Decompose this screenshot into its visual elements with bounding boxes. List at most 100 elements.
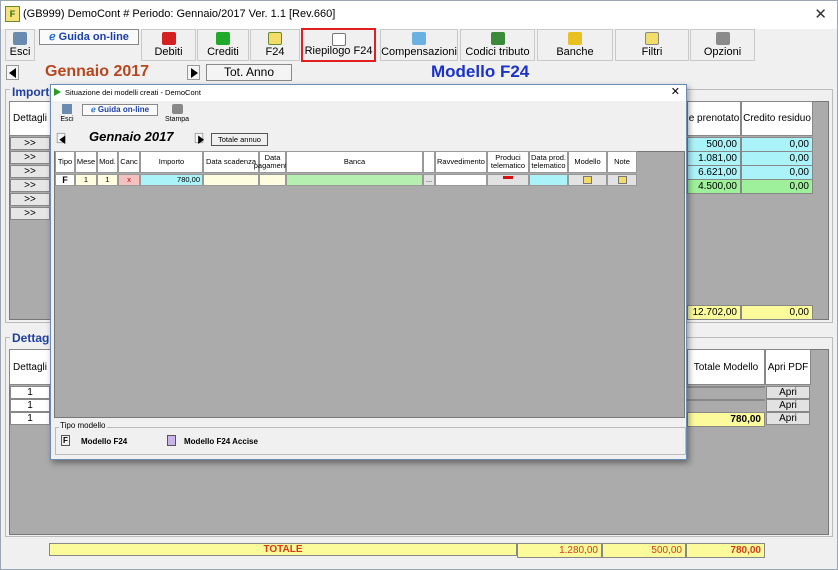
prenotato-header: e prenotato: [687, 101, 741, 136]
next-month-button[interactable]: [187, 65, 200, 80]
f24-icon: [268, 32, 282, 45]
dialog-title: Situazione dei modelli creati - DemoCont: [65, 88, 201, 97]
tot-anno-button[interactable]: Tot. Anno: [206, 64, 292, 81]
dettagli-arrow-button[interactable]: >>: [10, 193, 50, 206]
f24-accise-icon: [167, 435, 176, 446]
credito-cell: 0,00: [741, 151, 813, 166]
banche-button[interactable]: Banche: [537, 29, 613, 61]
col-produci-telematico: Produci telematico: [487, 151, 529, 173]
total-credito: 0,00: [741, 305, 813, 320]
row-mod: 1: [97, 174, 118, 186]
ie-icon: ℯ: [49, 31, 59, 43]
filtri-button[interactable]: Filtri: [615, 29, 689, 61]
dettagli-arrow-button[interactable]: >>: [10, 165, 50, 178]
col-banca: Banca: [286, 151, 423, 173]
current-period: Gennaio 2017: [45, 63, 150, 80]
col-mese: Mese: [75, 151, 97, 173]
totale-modello-cell: [687, 386, 765, 388]
prenotato-cell: 1.081,00: [687, 151, 741, 166]
debiti-button[interactable]: Debiti: [141, 29, 196, 61]
dettagli-arrow-button[interactable]: >>: [10, 151, 50, 164]
wrench-icon: [715, 32, 730, 45]
compensazioni-button[interactable]: Compensazioni: [380, 29, 458, 61]
totale-modello-header: Totale Modello: [687, 349, 765, 385]
credito-residuo-header: Credito residuo: [741, 101, 813, 136]
prenotato-cell: 4.500,00: [687, 179, 741, 194]
f24-button[interactable]: F24: [250, 29, 300, 61]
col-data-scadenza: Data scadenza: [203, 151, 259, 173]
dettagli-arrow-button[interactable]: >>: [10, 137, 50, 150]
guida-online-button[interactable]: ℯ Guida on-line: [39, 29, 139, 45]
col-data-pagamento: Data pagamento: [254, 151, 291, 173]
prev-month-button[interactable]: [6, 65, 19, 80]
totale-value-2: 500,00: [602, 543, 686, 558]
col-importo: Importo: [140, 151, 203, 173]
row-canc-button[interactable]: x: [118, 174, 140, 186]
dialog-prev-month[interactable]: [56, 132, 66, 144]
dialog-period: Gennaio 2017: [89, 129, 174, 144]
codes-icon: [490, 32, 505, 45]
row-data-pagamento[interactable]: [259, 174, 286, 186]
totale-modello-cell: 780,00: [687, 412, 765, 427]
stampa-button[interactable]: Stampa: [163, 103, 191, 128]
title-bar: F (GB999) DemoCont # Periodo: Gennaio/20…: [1, 1, 837, 29]
dialog-title-bar: Situazione dei modelli creati - DemoCont…: [51, 85, 686, 101]
debit-icon: [161, 32, 176, 45]
dettagli-heading: Dettagl: [10, 331, 55, 345]
col-ravvedimento: Ravvedimento: [435, 151, 487, 173]
col-mod: Mod.: [97, 151, 118, 173]
row-ravvedimento: [435, 174, 487, 186]
legend-f24-accise: Modello F24 Accise: [184, 437, 258, 446]
compensation-icon: [412, 32, 426, 45]
credito-cell: 0,00: [741, 179, 813, 194]
play-icon: [54, 88, 61, 96]
apri-pdf-button[interactable]: Apri: [766, 399, 810, 412]
apri-pdf-button[interactable]: Apri: [766, 386, 810, 399]
total-prenotato: 12.702,00: [687, 305, 741, 320]
dettagli-arrow-button[interactable]: >>: [10, 207, 50, 220]
row-banca[interactable]: [286, 174, 423, 186]
modelli-grid: [54, 151, 685, 418]
prenotato-cell: 500,00: [687, 137, 741, 152]
row-banca-lookup-button[interactable]: ...: [423, 174, 435, 186]
exit-icon: [13, 32, 27, 45]
credito-cell: 0,00: [741, 137, 813, 152]
tipo-modello-label: Tipo modello: [59, 421, 107, 430]
dialog-close-icon[interactable]: ✕: [671, 85, 680, 98]
prenotato-cell: 6.621,00: [687, 165, 741, 180]
tipo-modello-group: [55, 427, 686, 455]
codici-tributo-button[interactable]: Codici tributo: [460, 29, 535, 61]
dettagli-row-number: 1: [10, 412, 50, 425]
f24-type-icon: F: [61, 435, 70, 446]
row-importo: 780,00: [140, 174, 203, 186]
row-tipo: F: [55, 174, 75, 186]
totale-value-1: 1.280,00: [517, 543, 602, 558]
filter-icon: [645, 32, 659, 45]
row-data-prod-telematico: [529, 174, 568, 186]
row-mese: 1: [75, 174, 97, 186]
close-icon[interactable]: ✕: [814, 5, 827, 23]
note-icon: [617, 176, 627, 184]
col-banca-dots: [423, 151, 435, 173]
dettagli-row-number: 1: [10, 399, 50, 412]
esci-button[interactable]: Esci: [5, 29, 35, 61]
dialog-esci-button[interactable]: Esci: [56, 103, 78, 128]
row-data-scadenza[interactable]: [203, 174, 259, 186]
row-produci-telematico-button[interactable]: [487, 174, 529, 186]
row-modello-button[interactable]: [568, 174, 607, 186]
situazione-modelli-dialog: Situazione dei modelli creati - DemoCont…: [50, 84, 687, 460]
dialog-next-month[interactable]: [194, 132, 205, 144]
riepilogo-f24-button[interactable]: Riepilogo F24: [301, 28, 376, 62]
crediti-button[interactable]: Crediti: [197, 29, 249, 61]
dialog-guida-button[interactable]: ℯ Guida on-line: [82, 104, 158, 116]
opzioni-button[interactable]: Opzioni: [690, 29, 755, 61]
printer-icon: [171, 104, 183, 114]
dettagli-arrow-button[interactable]: >>: [10, 179, 50, 192]
col-data-prod-telematico: Data prod. telematico: [529, 151, 568, 173]
apri-pdf-header: Apri PDF: [765, 349, 811, 385]
credito-cell: 0,00: [741, 165, 813, 180]
col-note: Note: [607, 151, 637, 173]
apri-pdf-button[interactable]: Apri: [766, 412, 810, 425]
row-note-button[interactable]: [607, 174, 637, 186]
totale-annuo-button[interactable]: Totale annuo: [211, 133, 268, 146]
